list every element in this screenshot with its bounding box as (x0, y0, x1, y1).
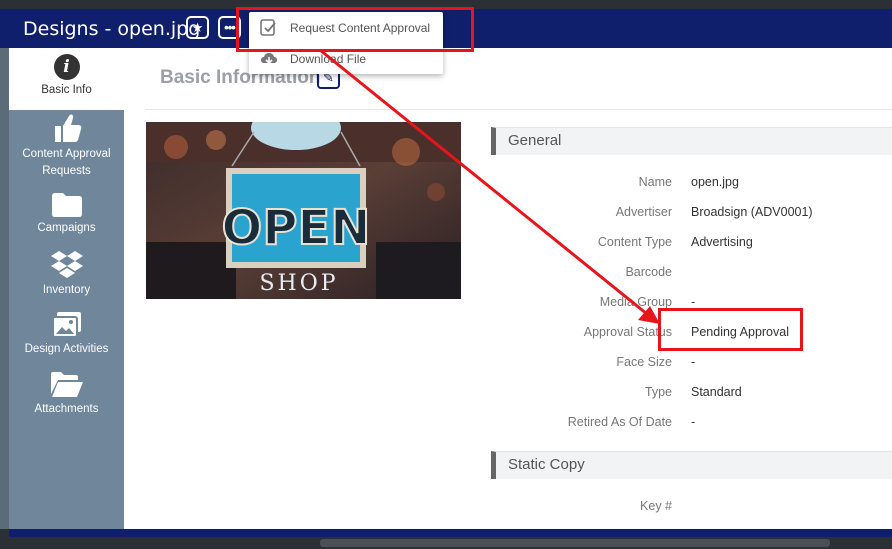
sign-text: OPEN (222, 200, 371, 256)
field-label: Barcode (625, 265, 672, 279)
field-label: Advertiser (615, 205, 672, 219)
field-value: Standard (691, 385, 742, 399)
thumbs-up-icon (54, 114, 81, 142)
cloud-download-icon (261, 53, 277, 65)
group-title: General (508, 132, 562, 149)
sidebar-item-label: Campaigns (37, 222, 96, 234)
divider (145, 109, 892, 110)
favorite-button[interactable]: ★ (186, 16, 209, 39)
footer-bar (9, 529, 892, 537)
general-group-header[interactable]: General (491, 127, 892, 155)
field-value: - (691, 415, 696, 429)
field-label: Approval Status (583, 325, 672, 339)
group-title: Static Copy (508, 456, 585, 473)
annotation-highlight-status (658, 308, 803, 351)
field-label: Face Size (616, 355, 672, 369)
field-label: Retired As Of Date (567, 415, 672, 429)
sidebar-item-design-activities[interactable]: Design Activities (9, 311, 124, 358)
field-value: Broadsign (ADV0001) (691, 205, 813, 219)
content-gutter (124, 48, 130, 529)
page-title: Designs - open.jpg (23, 18, 201, 40)
sidebar-item-label: Content Approval Requests (22, 148, 111, 177)
info-icon: i (53, 54, 80, 80)
images-icon (51, 312, 81, 338)
sidebar-item-label: Attachments (34, 403, 99, 415)
sidebar-item-basic-info[interactable]: i Basic Info (9, 48, 124, 110)
sidebar-item-label: Basic Info (41, 84, 92, 96)
field-label: Name (638, 175, 672, 189)
star-icon: ★ (191, 20, 204, 35)
field-value: open.jpg (691, 175, 739, 189)
field-label: Media Group (599, 295, 672, 309)
annotation-highlight-menu (236, 7, 474, 52)
sidebar-item-content-approval-requests[interactable]: Content Approval Requests (9, 110, 124, 180)
field-value: - (691, 355, 696, 369)
design-preview-image: OPEN SHOP (146, 122, 461, 299)
field-label: Content Type (597, 235, 672, 249)
more-icon: ••• (224, 20, 236, 35)
sidebar: i Basic Info Content Approval Requests C… (9, 48, 124, 529)
sidebar-item-label: Design Activities (24, 343, 109, 355)
menu-item-label: Download File (290, 52, 367, 66)
field-value: - (691, 295, 696, 309)
horizontal-scrollbar[interactable] (320, 539, 830, 547)
left-edge-strip (0, 48, 9, 529)
sidebar-item-attachments[interactable]: Attachments (9, 371, 124, 418)
sign-subtext: SHOP (259, 271, 338, 296)
field-label: Key # (640, 499, 672, 513)
sidebar-item-campaigns[interactable]: Campaigns (9, 192, 124, 237)
sidebar-item-label: Inventory (42, 284, 91, 296)
folder-icon (51, 193, 82, 217)
folder-open-icon (50, 372, 83, 397)
sidebar-item-inventory[interactable]: Inventory (9, 250, 124, 299)
dropbox-icon (50, 251, 83, 278)
field-value: Advertising (691, 235, 753, 249)
static-copy-group-header[interactable]: Static Copy (491, 451, 892, 479)
field-label: Type (644, 385, 672, 399)
